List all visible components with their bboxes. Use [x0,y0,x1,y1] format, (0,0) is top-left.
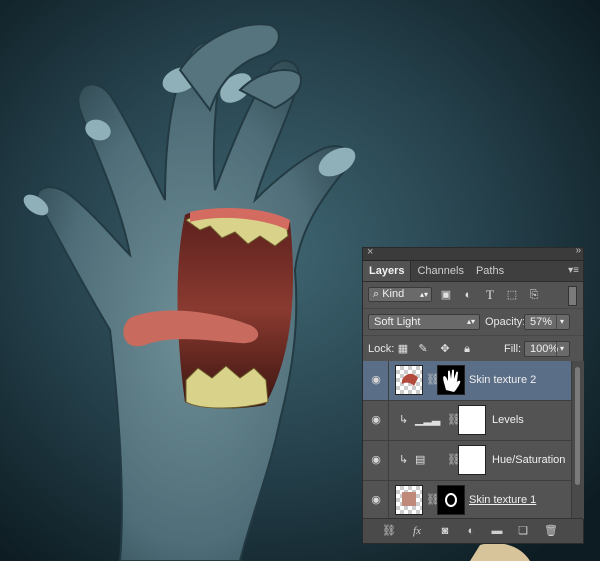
layer-name: Levels [492,414,524,426]
blend-mode-value: Soft Light [374,316,421,328]
layer-name: Skin texture 1 [469,494,537,506]
layer-thumbnail[interactable] [395,485,423,515]
new-group-icon[interactable]: ▬ [489,524,505,538]
lock-position-icon[interactable]: ✥ [438,342,452,356]
blend-row: Soft Light ▴▾ Opacity: 57% ▾ [363,309,583,336]
panel-titlebar: × » [363,245,583,261]
chevron-updown-icon: ▴▾ [466,317,475,326]
clipping-arrow-icon: ↳ [399,414,409,426]
smart-object-filter-icon[interactable]: ⎘ [527,288,541,302]
fill-value: 100% [530,343,559,355]
layer-name: Skin texture 2 [469,374,537,386]
lock-transparent-icon[interactable]: ▦ [396,342,410,356]
panel-menu-icon[interactable]: ▾≡ [568,265,579,276]
mask-shape-icon [445,493,457,507]
layers-list: ◉ ⛓ Skin texture 2 ◉ ↳ ▁▂▃ ⛓ Levels ◉ ↳ … [363,361,571,519]
new-adjustment-icon[interactable]: ◐ [463,524,479,538]
kind-filter-select[interactable]: ⌕ Kind ▴▾ [368,287,432,302]
scrollbar-thumb[interactable] [575,367,580,485]
chevron-down-icon[interactable]: ▾ [556,342,567,356]
clipping-arrow-icon: ↳ [399,454,409,466]
fill-label: Fill: [504,343,522,355]
tab-channels[interactable]: Channels [411,261,469,281]
layer-row[interactable]: ◉ ↳ ▤ ⛓ Hue/Saturation [363,441,571,481]
add-mask-icon[interactable]: ◙ [437,524,453,538]
blend-mode-select[interactable]: Soft Light ▴▾ [368,314,480,330]
layer-thumbnail[interactable] [395,365,423,395]
eye-icon[interactable]: ◉ [369,373,383,387]
tab-layers[interactable]: Layers [363,261,412,281]
layer-row[interactable]: ◉ ⛓ Skin texture 1 [363,481,571,519]
close-icon[interactable]: × [367,246,373,258]
filter-row: ⌕ Kind ▴▾ ▣ ◐ T ⬚ ⎘ [363,282,583,309]
eye-icon[interactable]: ◉ [369,453,383,467]
levels-icon: ▁▂▃ [415,414,441,426]
layers-panel: × » Layers Channels Paths ▾≡ ⌕ Kind ▴▾ ▣… [362,245,584,544]
adjustment-filter-icon[interactable]: ◐ [461,288,475,302]
opacity-value: 57% [530,316,553,328]
pixel-filter-icon[interactable]: ▣ [439,288,453,302]
layer-mask-thumbnail[interactable] [437,485,465,515]
skin-texture-thumb-icon [402,492,416,506]
opacity-field[interactable]: 57% ▾ [524,314,570,330]
layer-mask-thumbnail[interactable] [437,365,465,395]
hand-mask-icon [443,369,461,392]
opacity-label: Opacity: [485,316,526,328]
chevron-down-icon[interactable]: ▾ [556,315,567,329]
filter-toggle-switch[interactable] [568,286,577,306]
lock-label: Lock: [368,343,395,355]
type-filter-icon[interactable]: T [483,288,497,302]
layer-row[interactable]: ◉ ⛓ Skin texture 2 [363,361,571,401]
layer-mask-thumbnail[interactable] [458,405,486,435]
skin-texture-thumb-icon [402,373,418,386]
panel-tabs: Layers Channels Paths ▾≡ [363,261,583,282]
lock-pixels-icon[interactable]: ✎ [416,342,430,356]
layers-scrollbar[interactable] [571,361,584,519]
lock-row: Lock: ▦ ✎ ✥ 🔒︎ Fill: 100% ▾ [363,336,583,363]
layer-row[interactable]: ◉ ↳ ▁▂▃ ⛓ Levels [363,401,571,441]
lock-all-icon[interactable]: 🔒︎ [460,342,474,356]
fill-field[interactable]: 100% ▾ [524,341,570,357]
new-layer-icon[interactable]: ❏ [515,524,531,538]
collapse-icon[interactable]: » [575,245,580,256]
eye-icon[interactable]: ◉ [369,413,383,427]
tab-paths[interactable]: Paths [470,261,510,281]
link-layers-icon[interactable]: ⛓ [381,524,397,538]
eye-icon[interactable]: ◉ [369,493,383,507]
hue-saturation-icon: ▤ [415,454,426,466]
shape-filter-icon[interactable]: ⬚ [505,288,519,302]
search-icon: ⌕ [373,288,383,300]
layer-name: Hue/Saturation [492,454,566,466]
fx-icon[interactable]: fx [409,524,425,538]
chevron-updown-icon: ▴▾ [419,290,428,299]
panel-bottom-toolbar: ⛓ fx ◙ ◐ ▬ ❏ 🗑︎ [363,518,583,543]
trash-icon[interactable]: 🗑︎ [543,524,559,538]
kind-label: Kind [382,288,405,300]
layer-mask-thumbnail[interactable] [458,445,486,475]
